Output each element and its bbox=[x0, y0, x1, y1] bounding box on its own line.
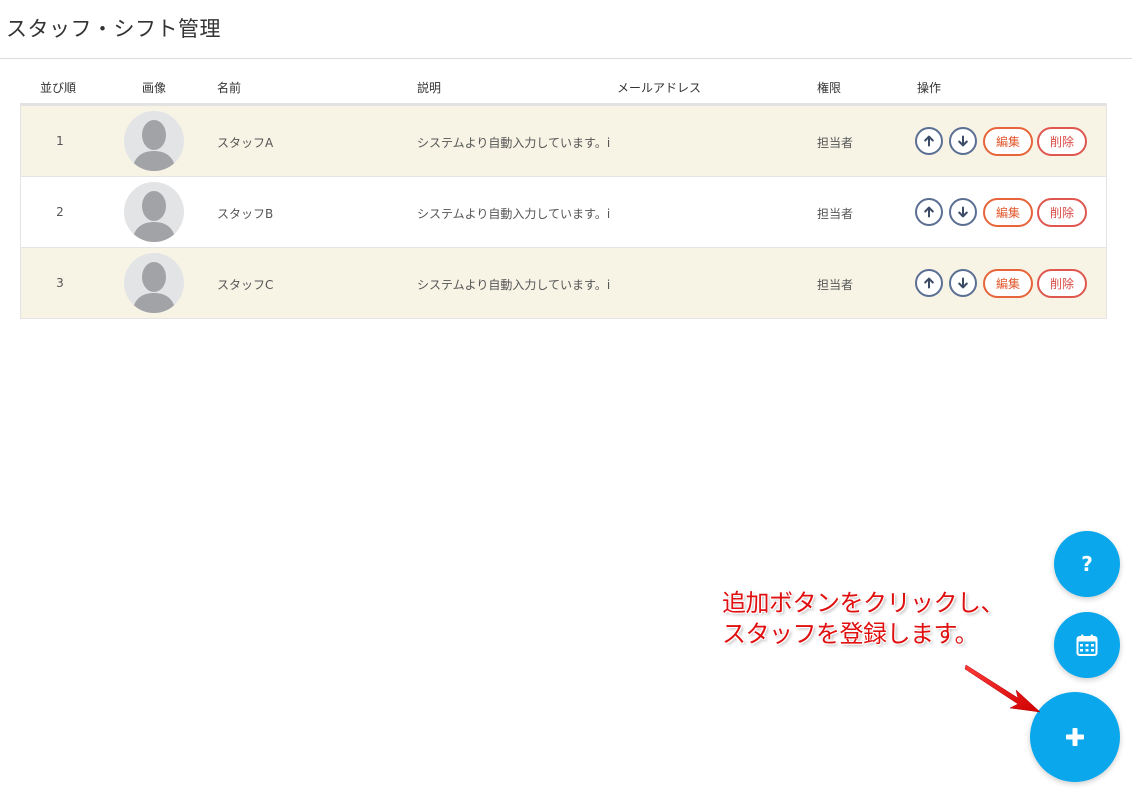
table-row: 1 スタッフA システムより自動入力しています。i 担当者 編集 削除 bbox=[20, 106, 1107, 177]
move-down-button[interactable] bbox=[949, 198, 977, 226]
delete-button[interactable]: 削除 bbox=[1037, 269, 1087, 298]
move-down-button[interactable] bbox=[949, 269, 977, 297]
delete-button[interactable]: 削除 bbox=[1037, 127, 1087, 156]
header-description: 説明 bbox=[417, 81, 442, 95]
calendar-icon bbox=[1076, 634, 1098, 656]
avatar bbox=[124, 111, 184, 171]
person-silhouette-icon bbox=[132, 120, 176, 171]
role-cell: 担当者 bbox=[817, 278, 854, 292]
header-actions: 操作 bbox=[917, 81, 942, 95]
arrow-up-icon bbox=[924, 206, 934, 218]
annotation-arrow-icon bbox=[964, 664, 1041, 713]
person-silhouette-icon bbox=[132, 191, 176, 242]
header-name: 名前 bbox=[217, 81, 242, 95]
page-header: スタッフ・シフト管理 bbox=[0, 0, 1132, 59]
table-header: 並び順 画像 名前 説明 メールアドレス 権限 操作 bbox=[20, 70, 1107, 106]
order-cell: 1 bbox=[56, 134, 64, 148]
staff-table: 並び順 画像 名前 説明 メールアドレス 権限 操作 1 スタッフA システムよ… bbox=[20, 70, 1107, 319]
name-cell: スタッフC bbox=[217, 278, 274, 292]
order-cell: 3 bbox=[56, 276, 64, 290]
table-row: 2 スタッフB システムより自動入力しています。i 担当者 編集 削除 bbox=[20, 177, 1107, 248]
avatar bbox=[124, 182, 184, 242]
move-up-button[interactable] bbox=[915, 127, 943, 155]
role-cell: 担当者 bbox=[817, 136, 854, 150]
move-up-button[interactable] bbox=[915, 269, 943, 297]
arrow-down-icon bbox=[958, 277, 968, 289]
name-cell: スタッフA bbox=[217, 136, 274, 150]
plus-icon bbox=[1066, 728, 1084, 746]
person-silhouette-icon bbox=[132, 262, 176, 313]
instruction-annotation: 追加ボタンをクリックし、 スタッフを登録します。 bbox=[722, 588, 1005, 650]
order-cell: 2 bbox=[56, 205, 64, 219]
description-cell: システムより自動入力しています。i bbox=[417, 136, 611, 150]
edit-button[interactable]: 編集 bbox=[983, 127, 1033, 156]
help-button[interactable]: ? bbox=[1054, 531, 1120, 597]
header-order: 並び順 bbox=[40, 81, 77, 95]
arrow-up-icon bbox=[924, 135, 934, 147]
header-email: メールアドレス bbox=[617, 81, 702, 95]
delete-button[interactable]: 削除 bbox=[1037, 198, 1087, 227]
calendar-button[interactable] bbox=[1054, 612, 1120, 678]
description-cell: システムより自動入力しています。i bbox=[417, 278, 611, 292]
move-down-button[interactable] bbox=[949, 127, 977, 155]
description-cell: システムより自動入力しています。i bbox=[417, 207, 611, 221]
annotation-line-2: スタッフを登録します。 bbox=[722, 620, 979, 648]
edit-button[interactable]: 編集 bbox=[983, 269, 1033, 298]
page-title: スタッフ・シフト管理 bbox=[6, 17, 221, 41]
header-role: 権限 bbox=[817, 81, 842, 95]
role-cell: 担当者 bbox=[817, 207, 854, 221]
header-image: 画像 bbox=[142, 81, 167, 95]
annotation-line-1: 追加ボタンをクリックし、 bbox=[722, 589, 1005, 617]
move-up-button[interactable] bbox=[915, 198, 943, 226]
arrow-up-icon bbox=[924, 277, 934, 289]
table-row: 3 スタッフC システムより自動入力しています。i 担当者 編集 削除 bbox=[20, 248, 1107, 319]
avatar bbox=[124, 253, 184, 313]
arrow-down-icon bbox=[958, 206, 968, 218]
name-cell: スタッフB bbox=[217, 207, 274, 221]
question-mark-icon: ? bbox=[1081, 552, 1093, 576]
arrow-down-icon bbox=[958, 135, 968, 147]
edit-button[interactable]: 編集 bbox=[983, 198, 1033, 227]
